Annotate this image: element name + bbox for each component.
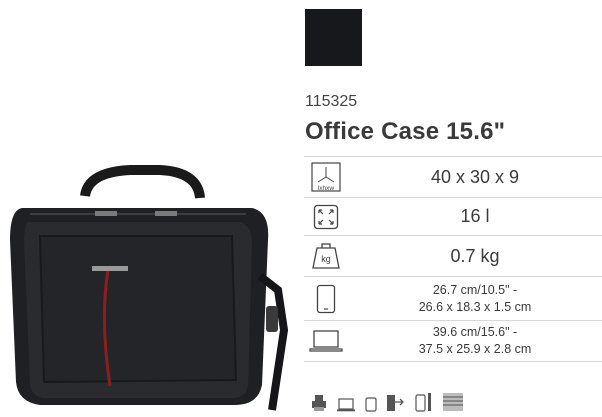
printer-icon xyxy=(311,394,327,417)
laptop-value-line2: 37.5 x 25.9 x 2.8 cm xyxy=(418,342,532,356)
spec-row-weight: kg 0.7 kg xyxy=(304,235,602,276)
volume-icon xyxy=(304,204,348,230)
svg-text:kg: kg xyxy=(321,254,331,264)
spec-table: lxhxw 40 x 30 x 9 16 l kg 0.7 kg 26.7 cm… xyxy=(304,156,602,362)
volume-value: 16 l xyxy=(460,206,490,226)
dimensions-icon: lxhxw xyxy=(304,161,348,193)
svg-text:lxhxw: lxhxw xyxy=(318,185,335,192)
laptop-value-line1: 39.6 cm/15.6" - xyxy=(432,325,518,339)
spec-row-dimensions: lxhxw 40 x 30 x 9 xyxy=(304,156,602,197)
product-sku: 115325 xyxy=(305,93,358,110)
color-swatch[interactable] xyxy=(305,9,362,66)
laptop-compartment-icon xyxy=(336,398,356,417)
rfid-icon xyxy=(442,392,464,417)
spec-row-tablet: 26.7 cm/10.5" - 26.6 x 18.3 x 1.5 cm xyxy=(304,276,602,320)
product-title: Office Case 15.6" xyxy=(305,118,506,145)
laptop-icon xyxy=(304,329,348,353)
tablet-value-line1: 26.7 cm/10.5" - xyxy=(432,282,518,297)
usb-icon xyxy=(386,392,406,417)
dimensions-value: 40 x 30 x 9 xyxy=(430,166,520,187)
weight-icon: kg xyxy=(304,242,348,270)
weight-value: 0.7 kg xyxy=(450,245,500,266)
phone-pocket-icon xyxy=(415,392,433,417)
tablet-icon xyxy=(304,284,348,314)
laptop-bag-image xyxy=(10,165,289,411)
tablet-compartment-icon xyxy=(365,397,377,417)
tablet-value-line2: 26.6 x 18.3 x 1.5 cm xyxy=(418,299,532,314)
spec-row-volume: 16 l xyxy=(304,197,602,235)
feature-icons xyxy=(311,392,464,417)
laptop-value: 39.6 cm/15.6" - 37.5 x 25.9 x 2.8 cm xyxy=(348,324,602,358)
spec-row-laptop: 39.6 cm/15.6" - 37.5 x 25.9 x 2.8 cm xyxy=(304,320,602,362)
tablet-value: 26.7 cm/10.5" - 26.6 x 18.3 x 1.5 cm xyxy=(348,282,602,316)
